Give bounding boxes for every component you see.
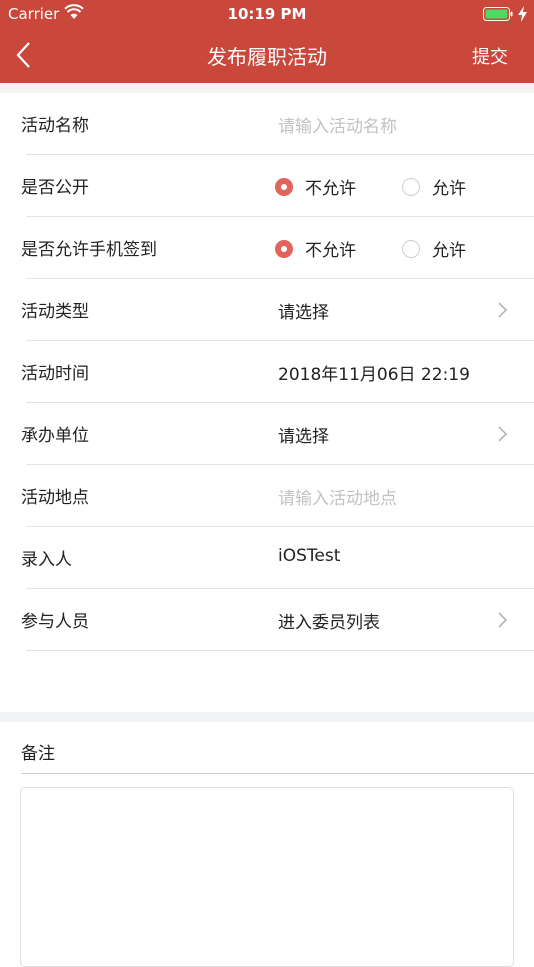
location-row[interactable]: 活动地点 请输入活动地点 bbox=[0, 465, 534, 527]
phone-checkin-radio-disallow[interactable]: 不允许 bbox=[275, 236, 356, 261]
section-spacer bbox=[0, 712, 534, 722]
activity-name-row[interactable]: 活动名称 请输入活动名称 bbox=[0, 93, 534, 155]
recorder-row: 录入人 iOSTest bbox=[0, 527, 534, 589]
nav-bar: Carrier 10:19 PM 发布履职活动 提交 bbox=[0, 0, 534, 83]
radio-label: 允许 bbox=[432, 241, 466, 261]
activity-time-value: 2018年11月06日 22:19 bbox=[278, 365, 470, 385]
chevron-right-icon bbox=[498, 426, 508, 442]
participants-label: 参与人员 bbox=[21, 612, 89, 632]
activity-time-label: 活动时间 bbox=[21, 364, 89, 384]
activity-time-row[interactable]: 活动时间 2018年11月06日 22:19 bbox=[0, 341, 534, 403]
phone-checkin-row: 是否允许手机签到 不允许 允许 bbox=[0, 217, 534, 279]
is-public-radio-allow[interactable]: 允许 bbox=[402, 174, 466, 199]
activity-type-label: 活动类型 bbox=[21, 302, 89, 322]
location-label: 活动地点 bbox=[21, 488, 89, 508]
organizer-row[interactable]: 承办单位 请选择 bbox=[0, 403, 534, 465]
is-public-label: 是否公开 bbox=[21, 178, 89, 198]
participants-value: 进入委员列表 bbox=[278, 613, 380, 633]
organizer-label: 承办单位 bbox=[21, 426, 89, 446]
charging-bolt-icon bbox=[518, 6, 527, 22]
phone-checkin-radio-allow[interactable]: 允许 bbox=[402, 236, 466, 261]
remarks-textarea[interactable] bbox=[20, 787, 514, 967]
is-public-radio-disallow[interactable]: 不允许 bbox=[275, 174, 356, 199]
radio-label: 允许 bbox=[432, 179, 466, 199]
activity-form: 活动名称 请输入活动名称 是否公开 不允许 允许 是否允许手机签到 不允许 允许… bbox=[0, 93, 534, 651]
phone-checkin-label: 是否允许手机签到 bbox=[21, 240, 157, 260]
divider bbox=[21, 773, 534, 774]
participants-row[interactable]: 参与人员 进入委员列表 bbox=[0, 589, 534, 651]
section-spacer bbox=[0, 83, 534, 93]
chevron-right-icon bbox=[498, 612, 508, 628]
organizer-value: 请选择 bbox=[278, 427, 329, 447]
chevron-right-icon bbox=[498, 302, 508, 318]
radio-unchecked-icon bbox=[402, 239, 420, 258]
radio-label: 不允许 bbox=[305, 241, 356, 261]
radio-checked-icon bbox=[275, 177, 293, 196]
radio-checked-icon bbox=[275, 239, 293, 258]
page-title: 发布履职活动 bbox=[207, 45, 327, 69]
radio-label: 不允许 bbox=[305, 179, 356, 199]
remarks-label: 备注 bbox=[21, 744, 55, 764]
location-input[interactable]: 请输入活动地点 bbox=[278, 484, 397, 509]
status-time: 10:19 PM bbox=[227, 5, 307, 23]
radio-unchecked-icon bbox=[402, 177, 420, 196]
activity-name-input[interactable]: 请输入活动名称 bbox=[278, 112, 397, 137]
recorder-label: 录入人 bbox=[21, 550, 72, 570]
recorder-value: iOSTest bbox=[278, 546, 341, 566]
activity-type-value: 请选择 bbox=[278, 303, 329, 323]
battery-icon bbox=[483, 7, 513, 21]
status-bar: Carrier 10:19 PM bbox=[0, 0, 534, 28]
activity-type-row[interactable]: 活动类型 请选择 bbox=[0, 279, 534, 341]
is-public-row: 是否公开 不允许 允许 bbox=[0, 155, 534, 217]
activity-name-label: 活动名称 bbox=[21, 116, 89, 136]
submit-button[interactable]: 提交 bbox=[472, 43, 508, 69]
